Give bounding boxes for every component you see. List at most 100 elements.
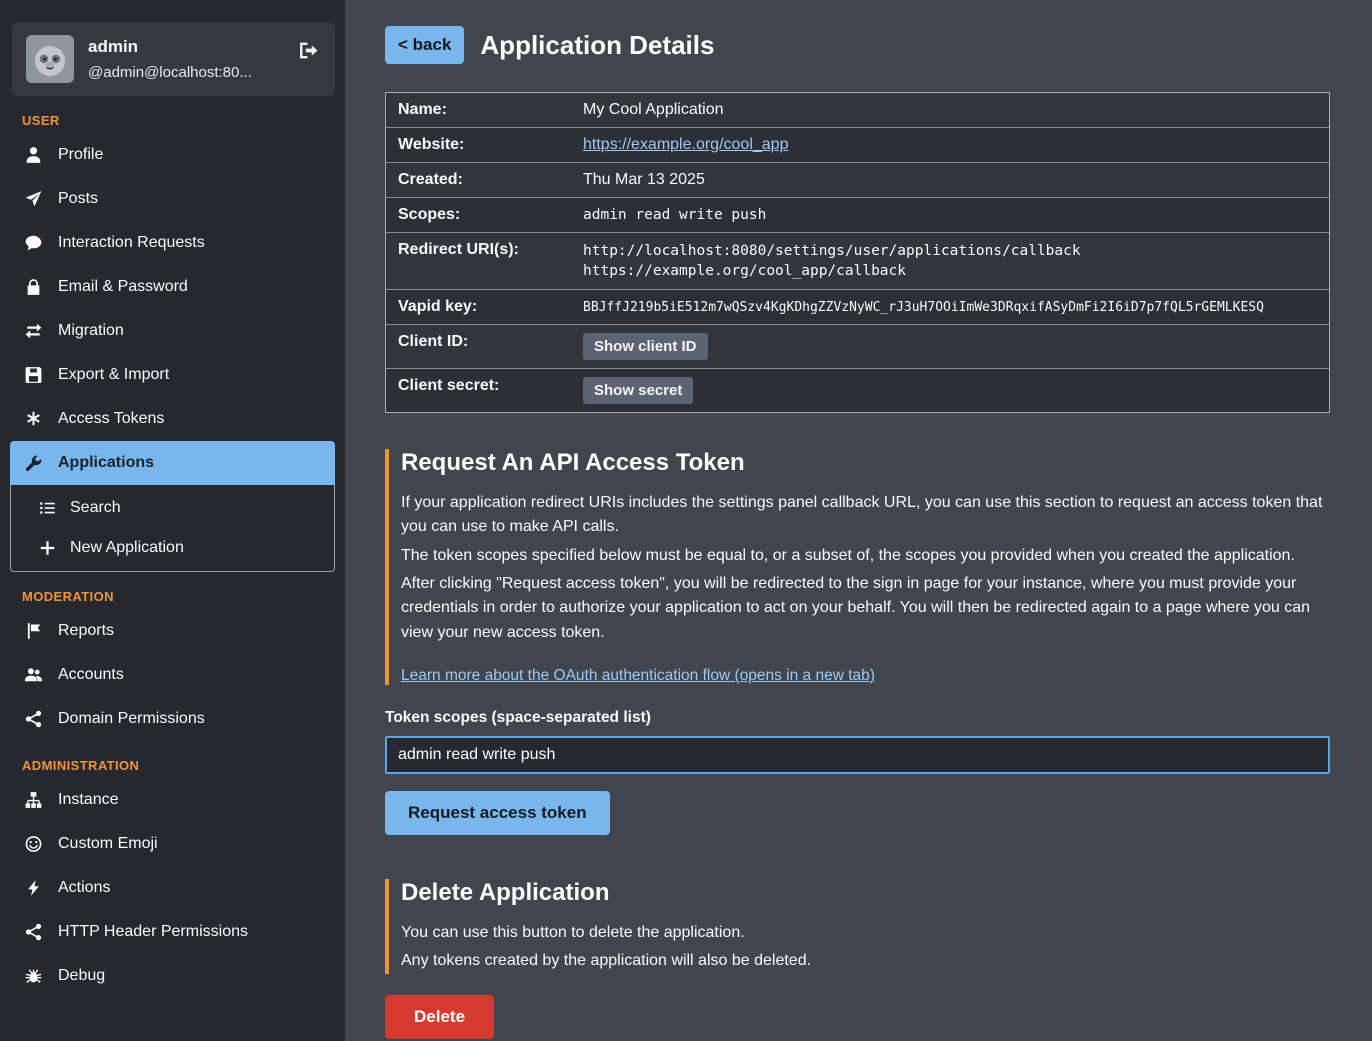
detail-row-client-secret: Client secret: Show secret <box>386 369 1329 412</box>
sidebar-item-label: Reports <box>58 621 114 641</box>
request-token-heading: Request An API Access Token <box>401 449 1330 477</box>
detail-label: Client ID: <box>386 325 571 368</box>
show-client-id-button[interactable]: Show client ID <box>583 333 708 360</box>
request-token-paragraph: The token scopes specified below must be… <box>401 544 1330 568</box>
detail-value: BBJffJ219b5iE512m7wQSzv4KgKDhgZZVzNyWC_r… <box>571 290 1329 324</box>
sidebar-item-label: Export & Import <box>58 365 169 385</box>
request-token-paragraph: After clicking "Request access token", y… <box>401 572 1330 645</box>
delete-paragraph: You can use this button to delete the ap… <box>401 921 1330 945</box>
sidebar-item-migration[interactable]: Migration <box>10 309 335 353</box>
sidebar-item-applications[interactable]: Applications <box>10 441 335 485</box>
user-handle: @admin@localhost:80... <box>88 64 252 81</box>
sidebar-item-label: Debug <box>58 966 105 986</box>
sidebar-item-posts[interactable]: Posts <box>10 177 335 221</box>
detail-label: Scopes: <box>386 198 571 232</box>
detail-value: http://localhost:8080/settings/user/appl… <box>571 233 1329 289</box>
detail-row-website: Website: https://example.org/cool_app <box>386 128 1329 163</box>
detail-label: Created: <box>386 163 571 197</box>
floppy-icon <box>24 366 43 384</box>
sidebar-item-email-password[interactable]: Email & Password <box>10 265 335 309</box>
sidebar-item-instance[interactable]: Instance <box>10 778 335 822</box>
sidebar-item-applications-new[interactable]: New Application <box>11 528 334 568</box>
app: admin @admin@localhost:80... USER Profil… <box>0 0 1372 1041</box>
sidebar-item-reports[interactable]: Reports <box>10 609 335 653</box>
detail-label: Redirect URI(s): <box>386 233 571 289</box>
detail-value: https://example.org/cool_app <box>571 128 1329 162</box>
sidebar-item-domain-permissions[interactable]: Domain Permissions <box>10 697 335 741</box>
sidebar-item-label: Profile <box>58 145 103 165</box>
sidebar-nav-user: Profile Posts Interaction Requests Email… <box>0 133 345 572</box>
users-icon <box>24 666 43 684</box>
detail-row-client-id: Client ID: Show client ID <box>386 325 1329 369</box>
sidebar-item-label: Instance <box>58 790 118 810</box>
sidebar-item-label: Search <box>70 498 121 518</box>
request-token-paragraph: If your application redirect URIs includ… <box>401 491 1330 540</box>
sidebar-item-actions[interactable]: Actions <box>10 866 335 910</box>
sidebar-section-label-administration: ADMINISTRATION <box>22 758 345 773</box>
sidebar-item-accounts[interactable]: Accounts <box>10 653 335 697</box>
sidebar-nav-administration: Instance Custom Emoji Actions HTTP Heade… <box>0 778 345 998</box>
sidebar-nav-moderation: Reports Accounts Domain Permissions <box>0 609 345 741</box>
sidebar-item-debug[interactable]: Debug <box>10 954 335 998</box>
sidebar-section-label-moderation: MODERATION <box>22 589 345 604</box>
sidebar-item-label: Custom Emoji <box>58 834 158 854</box>
paper-plane-icon <box>24 190 43 208</box>
detail-row-redirect-uris: Redirect URI(s): http://localhost:8080/s… <box>386 233 1329 290</box>
detail-label: Website: <box>386 128 571 162</box>
token-request-form: Token scopes (space-separated list) Requ… <box>385 709 1330 835</box>
bug-icon <box>24 967 43 985</box>
sidebar: admin @admin@localhost:80... USER Profil… <box>0 0 345 1041</box>
detail-row-vapid-key: Vapid key: BBJffJ219b5iE512m7wQSzv4KgKDh… <box>386 290 1329 325</box>
asterisk-icon <box>24 410 43 428</box>
back-button[interactable]: < back <box>385 26 464 64</box>
token-scopes-input[interactable] <box>385 736 1330 774</box>
sidebar-item-access-tokens[interactable]: Access Tokens <box>10 397 335 441</box>
logout-icon[interactable] <box>298 40 319 66</box>
sidebar-item-export-import[interactable]: Export & Import <box>10 353 335 397</box>
sidebar-item-label: Migration <box>58 321 124 341</box>
page-title: Application Details <box>480 30 714 61</box>
lock-icon <box>24 278 43 296</box>
main-content: < back Application Details Name: My Cool… <box>345 0 1372 1041</box>
oauth-docs-link[interactable]: Learn more about the OAuth authenticatio… <box>401 667 875 685</box>
redirect-uri: http://localhost:8080/settings/user/appl… <box>583 241 1317 261</box>
smile-icon <box>24 835 43 853</box>
delete-paragraph: Any tokens created by the application wi… <box>401 949 1330 973</box>
exchange-icon <box>24 322 43 340</box>
detail-value: admin read write push <box>571 198 1329 232</box>
detail-row-created: Created: Thu Mar 13 2025 <box>386 163 1329 198</box>
sidebar-section-label-user: USER <box>22 113 345 128</box>
flag-icon <box>24 622 43 640</box>
detail-label: Client secret: <box>386 369 571 412</box>
user-icon <box>24 146 43 164</box>
detail-label: Name: <box>386 93 571 127</box>
sidebar-item-profile[interactable]: Profile <box>10 133 335 177</box>
sidebar-item-label: Actions <box>58 878 110 898</box>
application-details-table: Name: My Cool Application Website: https… <box>385 92 1330 413</box>
request-access-token-button[interactable]: Request access token <box>385 791 610 835</box>
detail-value: Thu Mar 13 2025 <box>571 163 1329 197</box>
avatar <box>26 35 74 83</box>
sidebar-item-applications-search[interactable]: Search <box>11 488 334 528</box>
sidebar-item-label: Domain Permissions <box>58 709 205 729</box>
request-token-section: Request An API Access Token If your appl… <box>385 449 1330 685</box>
show-secret-button[interactable]: Show secret <box>583 377 693 404</box>
detail-label: Vapid key: <box>386 290 571 324</box>
redirect-uri: https://example.org/cool_app/callback <box>583 261 1317 281</box>
website-link[interactable]: https://example.org/cool_app <box>583 136 788 154</box>
detail-value: My Cool Application <box>571 93 1329 127</box>
delete-application-section: Delete Application You can use this butt… <box>385 879 1330 974</box>
wrench-icon <box>24 454 43 472</box>
sidebar-item-custom-emoji[interactable]: Custom Emoji <box>10 822 335 866</box>
detail-value: Show client ID <box>571 325 1329 368</box>
detail-row-scopes: Scopes: admin read write push <box>386 198 1329 233</box>
sidebar-item-http-header-permissions[interactable]: HTTP Header Permissions <box>10 910 335 954</box>
user-meta: admin @admin@localhost:80... <box>88 37 252 81</box>
detail-row-name: Name: My Cool Application <box>386 93 1329 128</box>
sidebar-item-label: Applications <box>58 453 154 473</box>
user-name: admin <box>88 37 252 57</box>
sidebar-item-interaction-requests[interactable]: Interaction Requests <box>10 221 335 265</box>
delete-button[interactable]: Delete <box>385 995 494 1039</box>
sidebar-item-label: Access Tokens <box>58 409 164 429</box>
sitemap-icon <box>24 791 43 809</box>
